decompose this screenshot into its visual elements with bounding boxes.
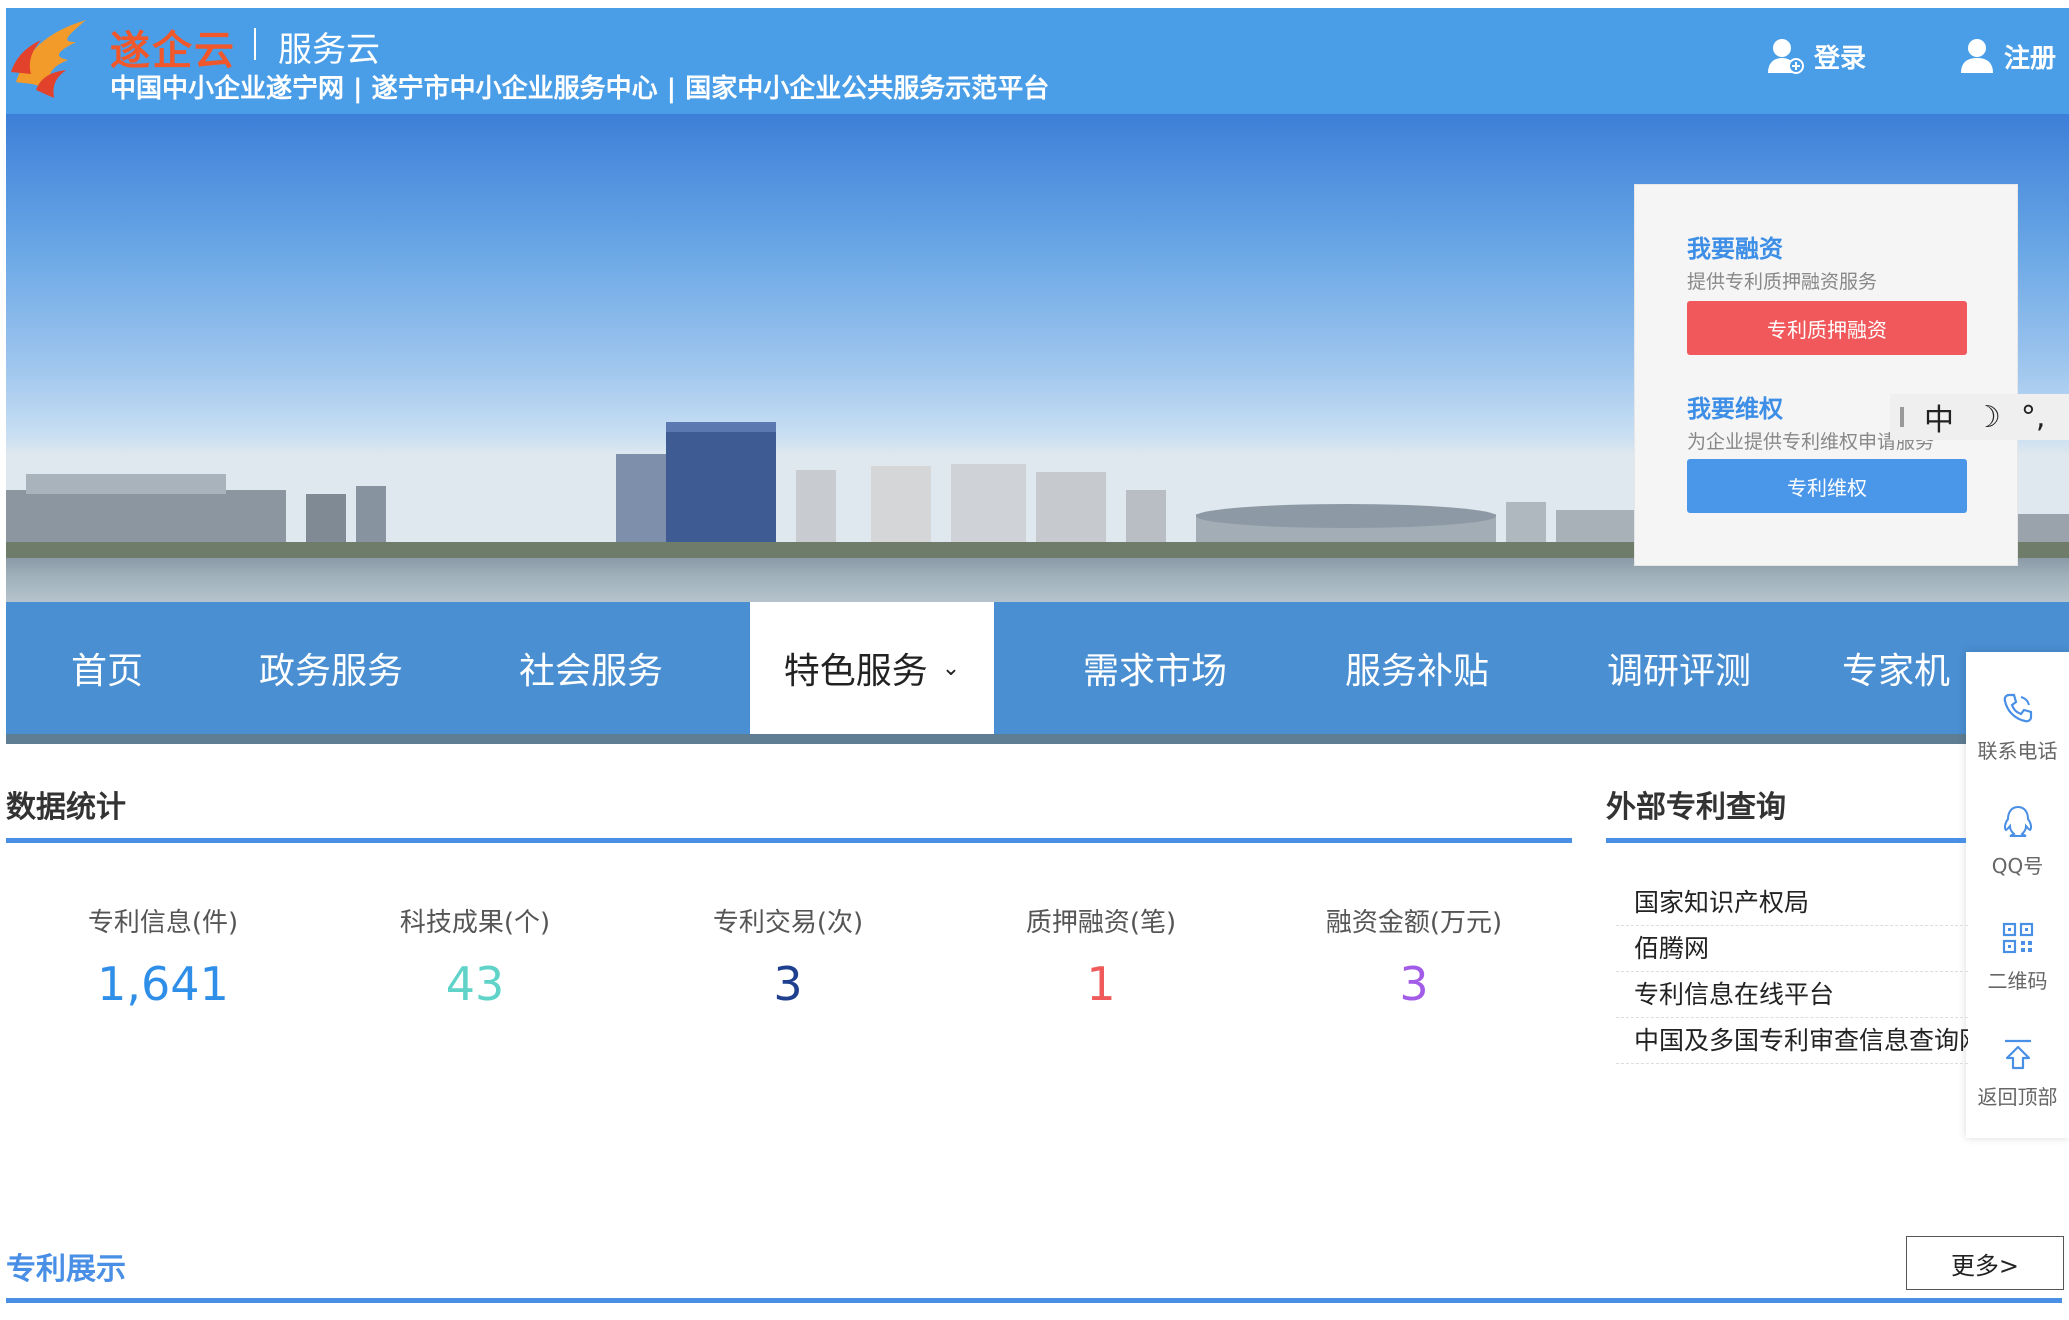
nav-label: 专家机 xyxy=(1842,651,1951,692)
nav-bottom-strip xyxy=(6,734,2069,744)
stat-label: 专利交易(次) xyxy=(712,908,864,938)
stat-value[interactable]: 3 xyxy=(1289,957,1539,1011)
patent-query-title: 外部专利查询 xyxy=(1606,790,1786,825)
nav-label: 首页 xyxy=(70,651,143,692)
qr-code-icon xyxy=(2002,922,2033,953)
brand-subtitle: 服务云 xyxy=(278,30,380,70)
query-link-patent-online[interactable]: 专利信息在线平台 xyxy=(1616,972,1968,1018)
stat-label: 质押融资(笔) xyxy=(1025,908,1177,938)
stat-value[interactable]: 43 xyxy=(350,957,600,1011)
stat-value[interactable]: 1,641 xyxy=(38,957,288,1011)
stat-label: 专利信息(件) xyxy=(87,908,239,938)
brand-divider xyxy=(254,28,256,60)
nav-label: 需求市场 xyxy=(1082,651,1227,692)
stat-pledge-financing: 质押融资(笔) 1 xyxy=(976,902,1226,1011)
stat-patent-transactions: 专利交易(次) 3 xyxy=(663,902,913,1011)
financing-title[interactable]: 我要融资 xyxy=(1687,229,1783,264)
stat-label: 融资金额(万元) xyxy=(1325,908,1503,938)
nav-item-social[interactable]: 社会服务 xyxy=(466,602,716,734)
float-label: 二维码 xyxy=(1987,968,2048,993)
float-label: 联系电话 xyxy=(1977,738,2058,763)
login-label: 登录 xyxy=(1814,43,1867,74)
floating-toolbar: 联系电话 QQ号 二维码 返回顶部 xyxy=(1966,652,2069,1138)
user-icon xyxy=(1961,39,1993,73)
qq-button[interactable]: QQ号 xyxy=(1966,786,2069,896)
patent-showcase-title: 专利展示 xyxy=(6,1252,126,1287)
nav-label: 服务补贴 xyxy=(1344,651,1489,692)
stat-tech-achievements: 科技成果(个) 43 xyxy=(350,902,600,1011)
ime-grip-icon[interactable] xyxy=(1900,407,1904,427)
back-to-top-button[interactable]: 返回顶部 xyxy=(1966,1018,2069,1128)
contact-phone-button[interactable]: 联系电话 xyxy=(1966,672,2069,782)
rights-title[interactable]: 我要维权 xyxy=(1687,389,1783,424)
nav-item-survey[interactable]: 调研评测 xyxy=(1554,602,1804,734)
stat-label: 科技成果(个) xyxy=(399,908,551,938)
chevron-down-icon: ⌄ xyxy=(941,655,961,681)
float-label: 返回顶部 xyxy=(1977,1084,2058,1109)
ime-toolbar[interactable]: 中 ☽ °, xyxy=(1890,394,2069,440)
query-link-baiten[interactable]: 佰腾网 xyxy=(1616,926,1968,972)
query-link-cnipa[interactable]: 国家知识产权局 xyxy=(1616,880,1968,926)
main-nav: 首页 政务服务 社会服务 特色服务 ⌄ 需求市场 服务补贴 调研评测 专家机 xyxy=(6,602,2069,744)
site-slogan: 中国中小企业遂宁网 | 遂宁市中小企业服务中心 | 国家中小企业公共服务示范平台 xyxy=(110,74,1050,104)
patent-showcase-underline xyxy=(6,1298,2062,1303)
user-add-icon xyxy=(1768,39,1804,74)
nav-item-home[interactable]: 首页 xyxy=(26,602,188,734)
register-button[interactable]: 注册 xyxy=(1960,36,2056,76)
nav-label: 政务服务 xyxy=(258,651,403,692)
site-header: 遂企云 服务云 中国中小企业遂宁网 | 遂宁市中小企业服务中心 | 国家中小企业… xyxy=(6,8,2069,114)
nav-item-subsidy[interactable]: 服务补贴 xyxy=(1292,602,1542,734)
financing-description: 提供专利质押融资服务 xyxy=(1687,271,1878,293)
qr-code-button[interactable]: 二维码 xyxy=(1966,902,2069,1012)
qq-icon xyxy=(2003,805,2032,837)
phone-icon xyxy=(2003,693,2032,722)
ime-moon-icon[interactable]: ☽ xyxy=(1974,400,2001,435)
nav-item-featured[interactable]: 特色服务 ⌄ xyxy=(750,602,994,734)
arrow-up-icon xyxy=(2004,1039,2031,1069)
patent-query-list: 国家知识产权局 佰腾网 专利信息在线平台 中国及多国专利审查信息查询网 xyxy=(1616,880,1968,1064)
patent-query-underline xyxy=(1606,838,1966,843)
stat-value[interactable]: 3 xyxy=(663,957,913,1011)
ime-mode-toggle[interactable]: 中 xyxy=(1924,395,1954,439)
stats-title: 数据统计 xyxy=(6,790,126,825)
stat-financing-amount: 融资金额(万元) 3 xyxy=(1289,902,1539,1011)
service-panel: 我要融资 提供专利质押融资服务 专利质押融资 我要维权 为企业提供专利维权申请服… xyxy=(1634,184,2018,566)
stat-value[interactable]: 1 xyxy=(976,957,1226,1011)
patent-rights-button[interactable]: 专利维权 xyxy=(1687,459,1967,513)
query-link-multi-country[interactable]: 中国及多国专利审查信息查询网 xyxy=(1616,1018,1968,1064)
phoenix-logo-icon[interactable] xyxy=(6,12,96,102)
nav-item-government[interactable]: 政务服务 xyxy=(206,602,456,734)
stat-patent-info: 专利信息(件) 1,641 xyxy=(38,902,288,1011)
nav-label: 社会服务 xyxy=(518,651,663,692)
patent-pledge-financing-button[interactable]: 专利质押融资 xyxy=(1687,301,1967,355)
ime-punctuation-toggle[interactable]: °, xyxy=(2021,400,2046,435)
register-label: 注册 xyxy=(2004,43,2057,74)
nav-label: 调研评测 xyxy=(1606,651,1751,692)
login-button[interactable]: 登录 xyxy=(1768,36,1866,76)
nav-label: 特色服务 xyxy=(783,651,928,692)
float-label: QQ号 xyxy=(1991,853,2044,878)
more-button[interactable]: 更多> xyxy=(1906,1236,2064,1290)
nav-item-market[interactable]: 需求市场 xyxy=(1030,602,1280,734)
stats-title-underline xyxy=(6,838,1572,843)
